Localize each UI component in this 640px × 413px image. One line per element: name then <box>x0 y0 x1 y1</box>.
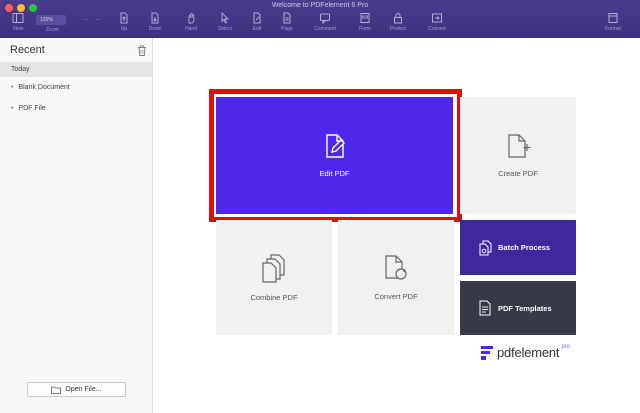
toolbar-up-button[interactable]: Up <box>107 12 141 36</box>
open-file-label: Open File... <box>65 386 102 393</box>
toolbar-label: Convert <box>428 26 446 32</box>
trash-icon[interactable] <box>137 45 147 56</box>
page-icon <box>283 12 291 24</box>
create-pdf-tile[interactable]: Create PDF <box>460 97 576 214</box>
zoom-in-icon[interactable]: – <box>96 17 99 23</box>
toolbar-label: Down <box>148 26 162 32</box>
toolbar-label: Edit <box>252 26 262 32</box>
create-document-icon <box>508 134 531 158</box>
toolbar-page-button[interactable]: Page <box>270 12 304 36</box>
combine-pdf-label: Combine PDF <box>250 293 298 302</box>
format-icon <box>608 13 618 23</box>
section-today: Today <box>0 62 152 77</box>
lock-icon <box>394 13 402 24</box>
recent-item-label: PDF File <box>18 105 46 112</box>
pdfelement-logo: pdfelement pro <box>481 343 570 360</box>
toolbar-label: Select <box>218 26 232 32</box>
create-pdf-label: Create PDF <box>498 169 538 178</box>
brand-name: pdfelement <box>497 345 560 360</box>
pdf-templates-tile[interactable]: PDF Templates <box>460 281 576 335</box>
recent-item[interactable]: • PDF File <box>11 105 46 112</box>
convert-icon <box>432 13 442 23</box>
toolbar-label: Protect <box>390 26 406 32</box>
edit-icon <box>253 12 261 24</box>
comment-icon <box>320 13 330 24</box>
toolbar-down-button[interactable]: Down <box>138 12 172 36</box>
open-file-button[interactable]: Open File... <box>27 382 126 397</box>
brand-pro: pro <box>561 343 570 350</box>
selection-highlight <box>209 89 462 222</box>
toolbar-protect-button[interactable]: Protect <box>381 12 415 36</box>
convert-document-icon <box>385 255 407 280</box>
recent-title: Recent <box>10 44 45 56</box>
combine-pdf-tile[interactable]: Combine PDF <box>216 220 332 335</box>
window-title: Welcome to PDFelement 6 Pro <box>271 2 369 9</box>
toolbar-hand-button[interactable]: Hand <box>174 12 208 36</box>
pdfelement-logo-icon <box>481 345 493 360</box>
toolbar-label: Up <box>120 26 128 32</box>
batch-process-label: Batch Process <box>498 243 551 252</box>
title-bar: Welcome to PDFelement 6 Pro View 125% Zo… <box>0 0 640 38</box>
toolbar-convert-button[interactable]: Convert <box>420 12 454 36</box>
batch-documents-icon <box>479 240 492 255</box>
toolbar-label: Comment <box>314 26 336 32</box>
toolbar-label: Hand <box>185 26 197 32</box>
hand-icon <box>188 13 195 24</box>
templates-icon <box>479 300 491 316</box>
toolbar-edit-button[interactable]: Edit <box>240 12 274 36</box>
page-down-icon <box>151 12 159 24</box>
toolbar-label: Page <box>281 26 293 32</box>
zoom-select[interactable]: 125% <box>36 15 66 25</box>
toolbar-form-button[interactable]: Form <box>348 12 382 36</box>
convert-pdf-label: Convert PDF <box>374 292 418 301</box>
toolbar-label: Zoom <box>46 27 59 33</box>
toolbar-label: View <box>12 26 24 32</box>
recent-sidebar: Recent Today • Blank Document • PDF File O… <box>0 38 153 413</box>
toolbar-comment-button[interactable]: Comment <box>308 12 342 36</box>
zoom-out-icon[interactable]: – <box>84 17 87 23</box>
convert-pdf-tile[interactable]: Convert PDF <box>338 220 454 335</box>
recent-item[interactable]: • Blank Document <box>11 84 70 91</box>
sidebar-view-icon <box>12 13 24 23</box>
toolbar-select-button[interactable]: Select <box>208 12 242 36</box>
toolbar-label: Format <box>605 26 621 32</box>
form-icon <box>360 13 370 23</box>
recent-item-label: Blank Document <box>18 84 70 91</box>
toolbar-label: Form <box>359 26 371 32</box>
select-cursor-icon <box>221 12 230 24</box>
toolbar-format-button[interactable]: Format <box>596 12 630 36</box>
batch-process-tile[interactable]: Batch Process <box>460 220 576 275</box>
folder-icon <box>51 386 62 394</box>
toolbar-view-button[interactable]: View <box>1 12 35 36</box>
pdf-templates-label: PDF Templates <box>498 303 552 313</box>
page-up-icon <box>120 12 128 24</box>
combine-documents-icon <box>262 254 285 283</box>
